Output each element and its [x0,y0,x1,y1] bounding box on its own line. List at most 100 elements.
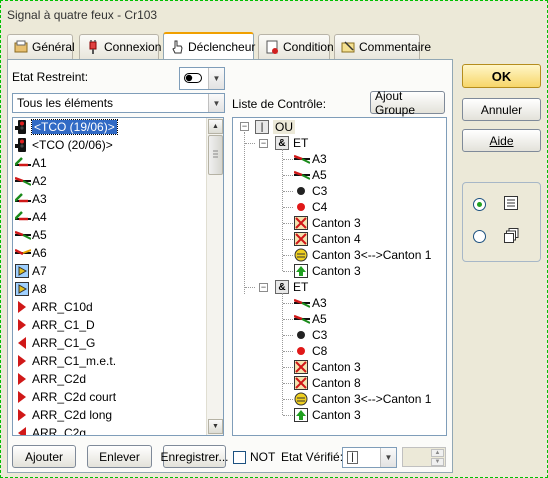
list-item[interactable]: A8 [13,280,207,298]
tree-node-item[interactable]: Canton 8 [294,375,361,391]
switch-right-icon [293,296,311,310]
switch-right-icon [14,228,32,242]
tree-node-item[interactable]: A5 [293,167,327,183]
list-item-label: <TCO (19/06)> [31,119,118,135]
aide-button[interactable]: Aide [462,129,541,152]
tree-node-group[interactable]: & ET [275,135,308,151]
tree-node-item[interactable]: Canton 3 [294,359,361,375]
list-item-label: A7 [32,264,47,278]
scroll-up-icon[interactable]: ▲ [208,119,223,134]
tree-node-item[interactable]: C4 [294,199,327,215]
list-item[interactable]: ARR_C10d [13,298,207,316]
switch-right-icon [293,168,311,182]
collapse-icon[interactable]: − [259,283,268,292]
tree-node-item[interactable]: Canton 3<-->Canton 1 [294,247,431,263]
chevron-down-icon[interactable]: ▼ [208,94,224,112]
tree-node-item[interactable]: C3 [294,183,327,199]
tree-node-item[interactable]: Canton 3 [294,215,361,231]
collapse-icon[interactable]: − [259,139,268,148]
list-item[interactable]: A7 [13,262,207,280]
tree-node-label: ET [293,280,309,294]
tree-connector [245,143,255,144]
switch-right-icon [14,174,32,188]
list-item-label: ARR_C1_m.e.t. [32,354,117,368]
ok-button[interactable]: OK [462,64,541,88]
not-label: NOT [250,450,276,464]
view-mode-group [462,182,541,262]
list-item-label: <TCO (20/06)> [32,138,113,152]
list-item[interactable]: ARR_C2d [13,370,207,388]
tree-connector [283,239,293,240]
list-item[interactable]: A5 [13,226,207,244]
tree-node-item[interactable]: C8 [294,343,327,359]
view-list-radio[interactable] [473,198,486,211]
list-item[interactable]: ARR_C2d long [13,406,207,424]
tab-general[interactable]: Général [7,34,75,59]
list-view-icon [504,196,518,213]
tree-node-group[interactable]: & ET [275,279,308,295]
chevron-down-icon[interactable]: ▼ [208,68,224,89]
tree-connector [283,159,293,160]
list-item[interactable]: <TCO (19/06)> [13,118,207,136]
scroll-down-icon[interactable]: ▼ [208,419,223,434]
list-item-label: ARR_C2d [32,372,87,386]
list-scrollbar[interactable]: ▲ ▼ [206,118,223,435]
etat-restreint-combo[interactable]: ▼ [179,67,225,90]
enregistrer-button[interactable]: Enregistrer... [160,445,229,468]
list-item[interactable]: A1 [13,154,207,172]
spin-down-icon[interactable]: ▼ [431,458,444,466]
list-item-label: ARR_C2g [32,426,87,436]
list-item[interactable]: ARR_C1_G [13,334,207,352]
tree-node-label: A3 [312,152,327,166]
chevron-down-icon[interactable]: ▼ [380,448,396,467]
etat-verifie-combo[interactable]: | ▼ [342,447,397,468]
collapse-icon[interactable]: − [240,122,249,131]
view-icons-radio[interactable] [473,230,486,243]
tab-declencheur[interactable]: Déclencheur [163,32,255,59]
list-item[interactable]: ARR_C1_D [13,316,207,334]
spin-up-icon[interactable]: ▲ [431,449,444,457]
tree-node-item[interactable]: A3 [293,151,327,167]
tree-node-root[interactable]: | OU [255,119,295,135]
tree-node-item[interactable]: A5 [293,311,327,327]
list-item[interactable]: A3 [13,190,207,208]
list-item[interactable]: <TCO (20/06)> [13,136,207,154]
list-item[interactable]: A6 [13,244,207,262]
tree-connector [283,399,293,400]
enlever-button[interactable]: Enlever [87,445,152,468]
stop-right-icon [15,300,29,314]
tree-node-item[interactable]: A3 [293,295,327,311]
tree-node-item[interactable]: Canton 3<-->Canton 1 [294,391,431,407]
list-item[interactable]: ARR_C1_m.e.t. [13,352,207,370]
annuler-button[interactable]: Annuler [462,98,541,121]
list-item[interactable]: A2 [13,172,207,190]
list-item-label: A1 [32,156,47,170]
list-item-label: A4 [32,210,47,224]
tree-connector [283,319,293,320]
tab-commentaire[interactable]: Commentaire [334,34,431,59]
toggle-state-icon [184,72,202,86]
tab-connexion[interactable]: Connexion [79,34,161,59]
scroll-thumb[interactable] [208,135,223,175]
control-tree[interactable]: − | OU − & ET A3 A5 C3 C4 Canton 3 Canton 4 Canton 3… [232,117,447,436]
ajouter-button[interactable]: Ajouter [12,445,76,468]
element-list[interactable]: <TCO (19/06)> <TCO (20/06)> A1 A2 A3 A4 A5 A6 A7… [12,117,224,436]
list-item[interactable]: ARR_C2d court [13,388,207,406]
tree-node-item[interactable]: C3 [294,327,327,343]
stop-right-icon [15,372,29,386]
delay-spinner[interactable]: ▲ ▼ [402,447,446,467]
tree-node-label: Canton 3 [312,216,361,230]
tree-node-item[interactable]: Canton 3 [294,407,361,423]
list-item[interactable]: ARR_C2g [13,424,207,436]
not-checkbox[interactable] [233,451,246,464]
ajout-groupe-button[interactable]: Ajout Groupe [370,89,445,117]
switch-double-icon [14,246,32,260]
tree-node-item[interactable]: Canton 4 [294,231,361,247]
tree-node-item[interactable]: Canton 3 [294,263,361,279]
filter-combo[interactable]: Tous les éléments ▼ [12,93,225,113]
tab-condition[interactable]: Condition [258,34,334,59]
tree-connector [244,132,245,294]
stop-right-icon [15,408,29,422]
list-item[interactable]: A4 [13,208,207,226]
tco-icon [15,120,29,134]
